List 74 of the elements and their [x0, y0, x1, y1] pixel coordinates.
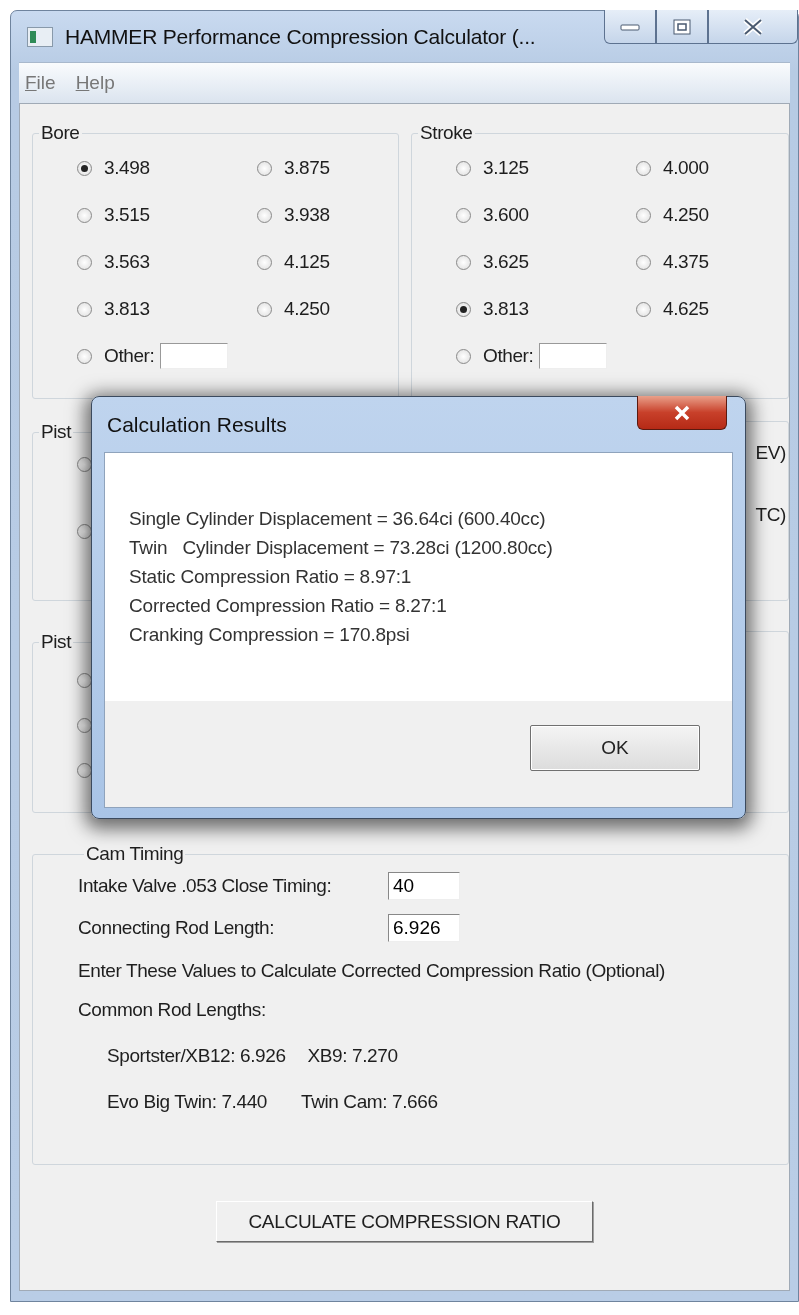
- radio-label[interactable]: Other:: [104, 345, 155, 367]
- radio-button[interactable]: [456, 348, 471, 364]
- rod-length-text: Sportster/XB12: 6.926: [107, 1045, 286, 1067]
- radio-label[interactable]: 3.125: [483, 157, 529, 179]
- radio-label[interactable]: 3.813: [104, 298, 150, 320]
- result-text: Corrected Compression Ratio = 8.27:1: [129, 594, 448, 618]
- input-field[interactable]: 6.926: [388, 914, 460, 942]
- radio-button[interactable]: [636, 207, 651, 223]
- radio-button[interactable]: [77, 207, 92, 223]
- input-field[interactable]: [160, 343, 229, 369]
- radio-button[interactable]: [77, 301, 92, 317]
- result-text: Twin Cylinder Displacement = 73.28ci (1200.80cc): [129, 536, 554, 560]
- close-button[interactable]: [637, 396, 727, 430]
- radio-label[interactable]: 3.563: [104, 251, 150, 273]
- field-label: Intake Valve .053 Close Timing:: [78, 875, 333, 897]
- group-label: Pist: [40, 632, 73, 653]
- radio-label[interactable]: 4.375: [663, 251, 709, 273]
- dialog-title: Calculation Results: [107, 412, 287, 437]
- radio-label[interactable]: 3.600: [483, 204, 529, 226]
- radio-button[interactable]: [257, 160, 272, 176]
- radio-label[interactable]: EV): [755, 442, 786, 464]
- group-label: Pist: [40, 422, 73, 443]
- radio-button[interactable]: [257, 301, 272, 317]
- result-text: Cranking Compression = 170.8psi: [129, 623, 411, 647]
- radio-button[interactable]: [77, 254, 92, 270]
- field-label: Connecting Rod Length:: [78, 917, 276, 939]
- rod-length-text: XB9: 7.270: [307, 1045, 398, 1067]
- radio-label[interactable]: 4.125: [284, 251, 330, 273]
- ok-button[interactable]: OK: [530, 725, 700, 771]
- radio-label[interactable]: 4.250: [663, 204, 709, 226]
- radio-button[interactable]: [636, 301, 651, 317]
- menu-item[interactable]: Help: [75, 72, 115, 94]
- section-label: Common Rod Lengths:: [78, 999, 267, 1021]
- radio-button[interactable]: [257, 254, 272, 270]
- minimize-button[interactable]: [604, 10, 656, 44]
- radio-label[interactable]: 3.515: [104, 204, 150, 226]
- radio-button[interactable]: [77, 348, 92, 364]
- radio-button[interactable]: [636, 160, 651, 176]
- minimize-icon: [620, 21, 640, 32]
- maximize-icon: [673, 18, 691, 35]
- close-icon: [742, 17, 764, 36]
- result-text: Single Cylinder Displacement = 36.64ci (600.40cc): [129, 507, 547, 531]
- radio-label[interactable]: TC): [755, 504, 786, 526]
- radio-label[interactable]: 3.498: [104, 157, 150, 179]
- radio-button[interactable]: [456, 207, 471, 223]
- radio-label[interactable]: Other:: [483, 345, 534, 367]
- radio-label[interactable]: 4.250: [284, 298, 330, 320]
- note-text: Enter These Values to Calculate Corrected Compression Ratio (Optional): [78, 960, 666, 982]
- group-label: Bore: [40, 123, 81, 144]
- radio-label[interactable]: 4.625: [663, 298, 709, 320]
- radio-button[interactable]: [456, 254, 471, 270]
- menu-item[interactable]: File: [25, 72, 56, 94]
- radio-label[interactable]: 3.875: [284, 157, 330, 179]
- group-label: Stroke: [419, 123, 474, 144]
- rod-length-text: Evo Big Twin: 7.440: [107, 1091, 267, 1113]
- radio-label[interactable]: 3.813: [483, 298, 529, 320]
- rod-length-text: Twin Cam: 7.666: [301, 1091, 438, 1113]
- window-title: HAMMER Performance Compression Calculator (...: [65, 24, 536, 49]
- input-field[interactable]: 40: [388, 872, 460, 900]
- radio-button[interactable]: [257, 207, 272, 223]
- input-field[interactable]: [539, 343, 608, 369]
- close-icon: [672, 404, 692, 421]
- group-label: Cam Timing: [85, 844, 185, 865]
- radio-button[interactable]: [77, 160, 92, 176]
- app-icon: [27, 26, 53, 47]
- radio-button[interactable]: [456, 160, 471, 176]
- radio-button[interactable]: [636, 254, 651, 270]
- radio-button[interactable]: [456, 301, 471, 317]
- radio-label[interactable]: 3.625: [483, 251, 529, 273]
- radio-label[interactable]: 3.938: [284, 204, 330, 226]
- result-text: Static Compression Ratio = 8.97:1: [129, 565, 413, 589]
- maximize-button[interactable]: [656, 10, 708, 44]
- calculate-button[interactable]: CALCULATE COMPRESSION RATIO: [216, 1201, 593, 1242]
- radio-label[interactable]: 4.000: [663, 157, 709, 179]
